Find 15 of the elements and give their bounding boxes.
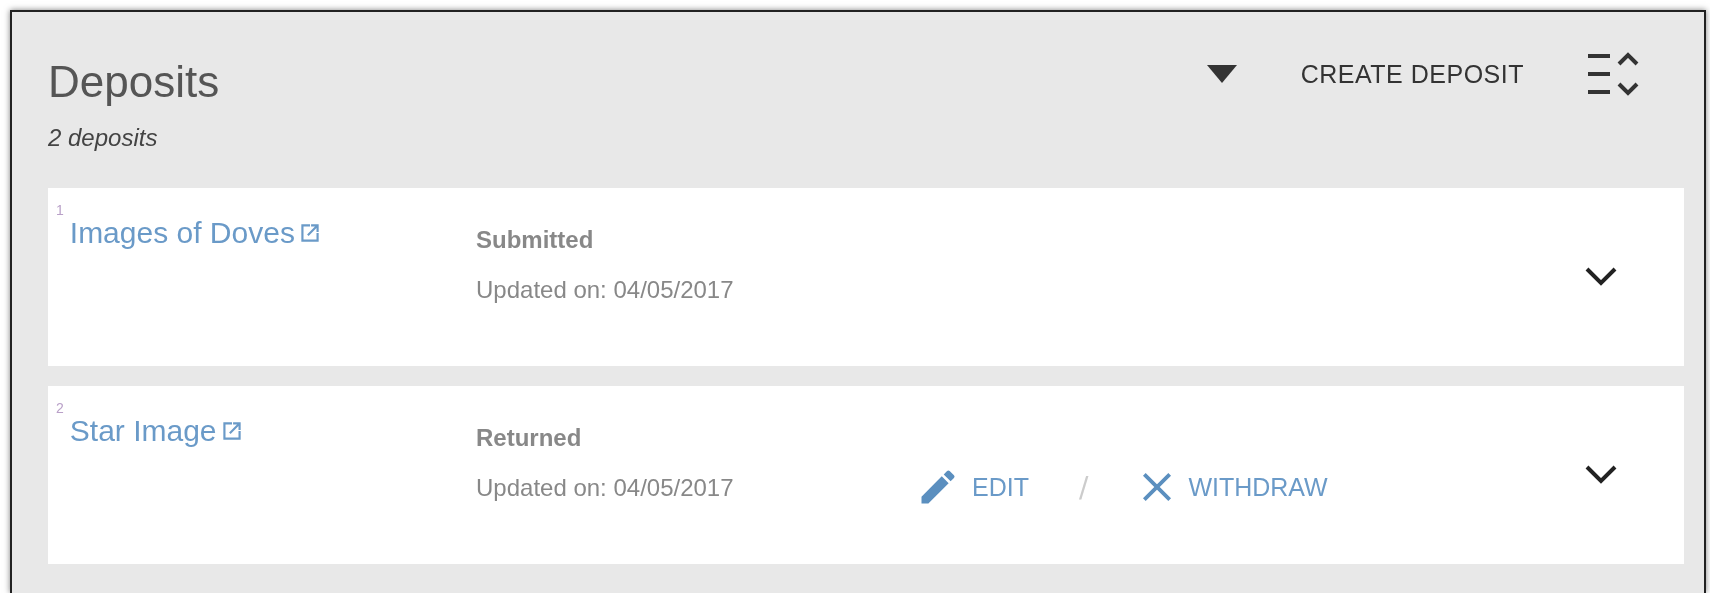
deposit-status: Submitted [476, 226, 595, 255]
updated-date: Updated on: 04/05/2017 [476, 276, 735, 305]
row-number: 2 [56, 400, 64, 417]
page-title: Deposits [48, 58, 220, 107]
action-separator: / [1078, 470, 1089, 504]
deposit-status: Returned [476, 424, 583, 453]
edit-button[interactable]: EDIT [916, 465, 1029, 510]
row-number: 1 [56, 202, 64, 219]
withdraw-button[interactable]: WITHDRAW [1138, 468, 1328, 507]
deposit-count: 2 deposits [48, 124, 159, 153]
dropdown-icon[interactable] [1206, 65, 1237, 83]
deposit-title-link[interactable]: Images of Doves [69, 216, 323, 251]
create-deposit-button[interactable]: CREATE DEPOSIT [1300, 59, 1524, 89]
deposit-title-link[interactable]: Star Image [69, 414, 245, 449]
updated-date: Updated on: 04/05/2017 [476, 474, 735, 503]
